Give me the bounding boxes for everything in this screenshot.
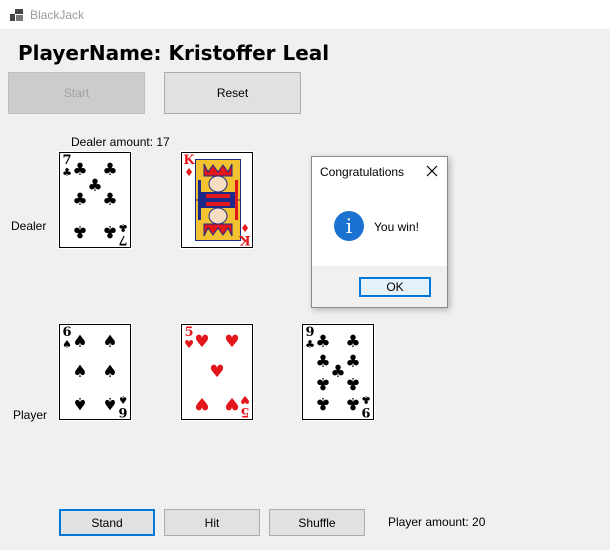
club-pip-icon: ♣: [345, 332, 361, 352]
card-corner-bottom: 5 ♥: [240, 393, 250, 419]
club-pip-icon: ♣: [315, 393, 331, 413]
window-title: BlackJack: [30, 8, 85, 22]
dealer-card-1: 7 ♣ ♣ ♣ ♣ ♣ ♣ ♣ ♣ 7 ♣: [58, 151, 132, 249]
congratulations-dialog: Congratulations i You win! OK: [311, 156, 448, 308]
close-icon[interactable]: [425, 163, 439, 177]
hit-button[interactable]: Hit: [164, 509, 260, 536]
club-pip-icon: ♣: [315, 332, 331, 352]
app-window-icon: [10, 9, 23, 21]
dialog-footer: OK: [312, 266, 447, 307]
card-corner-bottom: 6 ♠: [118, 393, 128, 419]
player-label: Player: [13, 408, 48, 422]
club-pip-icon: ♣: [102, 160, 118, 180]
start-button[interactable]: Start: [8, 72, 145, 114]
shuffle-button[interactable]: Shuffle: [269, 509, 365, 536]
spade-pip-icon: ♠: [102, 332, 118, 352]
heart-pip-icon: ♥: [194, 393, 210, 413]
club-pip-icon: ♣: [72, 190, 88, 210]
card-corner-bottom: 7 ♣: [118, 221, 128, 247]
ok-button[interactable]: OK: [359, 277, 431, 297]
dealer-label: Dealer: [11, 219, 47, 233]
heart-pip-icon: ♥: [194, 332, 210, 352]
heart-pip-icon: ♥: [224, 332, 240, 352]
card-corner-bottom: 9 ♣: [361, 393, 371, 419]
heart-pip-icon: ♥: [209, 362, 225, 382]
reset-button[interactable]: Reset: [164, 72, 301, 114]
stand-button[interactable]: Stand: [59, 509, 155, 536]
club-pip-icon: ♣: [345, 373, 361, 393]
club-pip-icon: ♣: [72, 221, 88, 241]
dialog-title: Congratulations: [320, 165, 405, 179]
player-card-1: 6 ♠ ♠ ♠ ♠ ♠ ♠ ♠ 6 ♠: [58, 323, 132, 421]
spade-pip-icon: ♠: [72, 393, 88, 413]
title-bar: BlackJack: [0, 0, 610, 30]
card-corner-top: K ♦: [183, 153, 195, 179]
card-corner-bottom: K ♦: [239, 221, 251, 247]
club-pip-icon: ♣: [102, 190, 118, 210]
player-card-3: 9 ♣ ♣ ♣ ♣ ♣ ♣ ♣ ♣ ♣ ♣ 9 ♣: [301, 323, 375, 421]
dealer-amount-label: Dealer amount: 17: [71, 135, 170, 149]
king-face-icon: [195, 159, 241, 241]
spade-pip-icon: ♠: [72, 332, 88, 352]
player-card-2: 5 ♥ ♥ ♥ ♥ ♥ ♥ 5 ♥: [180, 323, 254, 421]
spade-pip-icon: ♠: [72, 362, 88, 382]
dealer-card-2: K ♦ K ♦: [180, 151, 254, 249]
player-amount-label: Player amount: 20: [388, 515, 486, 529]
player-name-heading: PlayerName: Kristoffer Leal: [18, 41, 330, 65]
club-pip-icon: ♣: [72, 160, 88, 180]
club-pip-icon: ♣: [315, 373, 331, 393]
dialog-message: You win!: [374, 220, 419, 234]
spade-pip-icon: ♠: [102, 362, 118, 382]
info-icon: i: [334, 211, 364, 241]
